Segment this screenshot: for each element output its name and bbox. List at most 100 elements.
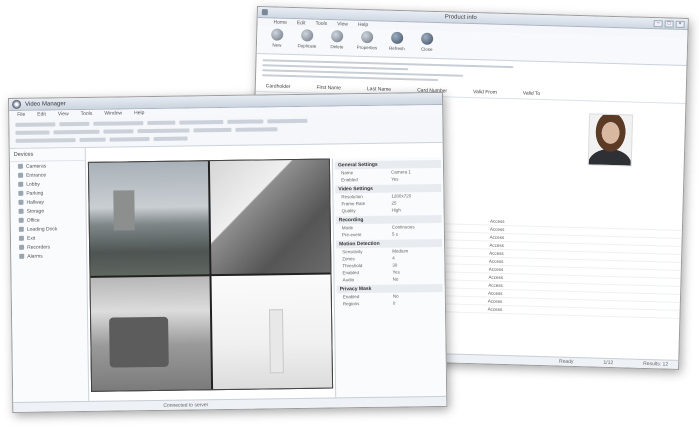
menu-item[interactable]: File: [17, 112, 25, 118]
camera-view[interactable]: [88, 161, 210, 276]
table-cell: Access: [489, 226, 505, 232]
new-icon: [271, 28, 284, 41]
alarm-icon: [19, 253, 25, 259]
app-logo-icon: [12, 99, 22, 109]
ribbon-button[interactable]: Close: [415, 32, 440, 52]
tree-item-label: Lobby: [26, 181, 40, 188]
property-value: Yes: [391, 176, 399, 182]
column-header[interactable]: First Name: [316, 85, 341, 92]
property-value: No: [392, 276, 399, 282]
property-name: Mode: [341, 225, 354, 231]
ribbon-label: Refresh: [388, 45, 405, 52]
properties-icon: [361, 30, 374, 44]
table-cell: Access: [489, 234, 505, 240]
property-value: 30: [392, 262, 398, 268]
duplicate-icon: [301, 29, 314, 42]
ribbon-label: Close: [421, 46, 433, 52]
ribbon-button[interactable]: Refresh: [385, 31, 410, 52]
property-row[interactable]: Quality High: [336, 206, 442, 214]
video-grid: [87, 158, 334, 392]
folder-icon: [17, 163, 23, 169]
cardholder-photo: [587, 113, 634, 167]
camera-view[interactable]: [209, 159, 331, 275]
property-row[interactable]: Audio No: [337, 275, 443, 283]
camera-icon: [18, 217, 24, 223]
maximize-icon[interactable]: □: [664, 19, 674, 28]
device-tree-title: Devices: [9, 147, 85, 162]
tree-item-label: Cameras: [25, 162, 47, 170]
tree-item-label: Exit: [26, 235, 36, 242]
table-cell: Access: [488, 290, 503, 296]
menu-item[interactable]: Edit: [37, 111, 46, 117]
property-value: Medium: [392, 248, 409, 254]
property-name: Enabled: [341, 177, 358, 183]
ribbon-tab[interactable]: Tools: [315, 21, 327, 27]
property-value: Yes: [392, 269, 400, 275]
camera-icon: [18, 208, 24, 214]
property-name: Threshold: [342, 263, 363, 269]
recorder-icon: [19, 244, 25, 250]
status-text: Results: 12: [643, 360, 669, 368]
table-cell: Access: [488, 274, 504, 280]
toolbar: [9, 112, 443, 149]
property-name: Regions: [342, 301, 360, 307]
ribbon-tab[interactable]: Help: [358, 22, 368, 28]
column-header[interactable]: Valid From: [473, 89, 497, 96]
column-header[interactable]: Valid To: [523, 90, 540, 96]
property-name: Quality: [341, 208, 356, 214]
properties-panel: General Settings Name Camera 1 Enabled Yes…: [331, 156, 447, 398]
tree-item-label: Hallway: [26, 199, 45, 206]
property-value: 0: [392, 300, 396, 306]
property-name: Audio: [342, 277, 355, 283]
menu-item[interactable]: Help: [134, 110, 144, 116]
property-name: Enabled: [342, 294, 360, 300]
table-cell: Access: [489, 242, 504, 248]
table-cell: Access: [488, 266, 504, 272]
menu-item[interactable]: Window: [104, 110, 122, 116]
menu-item[interactable]: View: [58, 111, 69, 117]
minimize-icon[interactable]: –: [653, 19, 663, 27]
table-cell: Access: [487, 306, 503, 312]
front-window: Video Manager File Edit View Tools Windo…: [8, 91, 448, 413]
delete-icon: [331, 30, 344, 43]
tree-item[interactable]: Alarms: [11, 251, 86, 261]
front-window-title: Video Manager: [25, 100, 66, 108]
ribbon-tab[interactable]: Edit: [297, 20, 306, 26]
property-value: High: [391, 207, 401, 213]
ribbon-label: Duplicate: [297, 43, 317, 49]
camera-view[interactable]: [211, 274, 333, 390]
table-cell: Access: [489, 250, 504, 256]
ribbon-button[interactable]: New: [265, 28, 290, 48]
ribbon-tab[interactable]: Home: [273, 19, 287, 25]
property-row[interactable]: Enabled Yes: [335, 175, 441, 183]
ribbon-button[interactable]: Delete: [325, 30, 350, 50]
tree-item-label: Loading Dock: [26, 225, 58, 233]
close-record-icon: [420, 32, 434, 45]
property-row[interactable]: Regions 0: [337, 299, 443, 307]
status-text: Connected to server: [163, 401, 209, 409]
tree-item-label: Storage: [26, 208, 45, 215]
property-value: Camera 1: [391, 169, 411, 175]
table-cell: Access: [488, 258, 504, 264]
camera-icon: [18, 226, 24, 232]
column-header[interactable]: Cardholder: [266, 83, 291, 90]
ribbon-label: Properties: [356, 44, 378, 51]
ribbon-button[interactable]: Properties: [355, 30, 380, 51]
property-value: 5 s: [391, 231, 398, 237]
close-icon[interactable]: ×: [675, 20, 685, 28]
property-name: Frame Rate: [341, 201, 366, 207]
camera-icon: [18, 235, 24, 241]
property-name: Name: [341, 170, 354, 176]
ribbon-button[interactable]: Duplicate: [295, 29, 320, 49]
menu-item[interactable]: Tools: [81, 111, 93, 117]
camera-view[interactable]: [90, 276, 212, 391]
status-text: Ready: [558, 358, 574, 365]
property-row[interactable]: Pre-event 5 s: [336, 230, 442, 238]
property-name: Sensitivity: [342, 249, 363, 255]
ribbon-tab[interactable]: View: [337, 21, 348, 27]
property-value: 1280x720: [391, 193, 412, 199]
camera-icon: [18, 199, 24, 205]
property-name: Enabled: [342, 270, 360, 276]
device-tree: Devices Cameras Entrance Lobby Parking H…: [9, 147, 90, 402]
tree-item-label: Alarms: [27, 253, 43, 260]
